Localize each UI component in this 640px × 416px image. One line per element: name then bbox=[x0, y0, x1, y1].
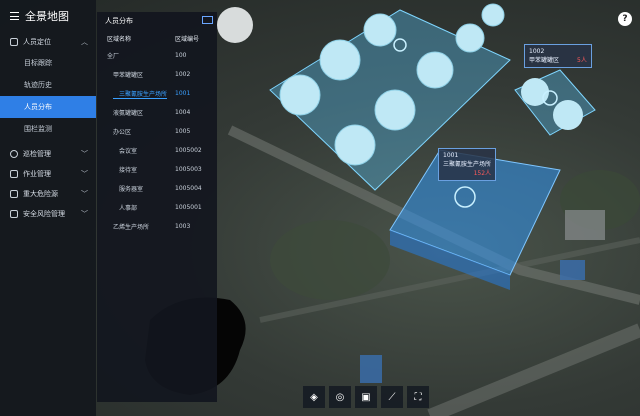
sidebar: 全景地图 人员定位 ︿ 目标跟踪 轨迹历史 人员分布 围栏监测 巡检管理 ﹀ 作… bbox=[0, 0, 96, 416]
table-row[interactable]: 会议室 1005002 bbox=[97, 141, 217, 160]
sidebar-item-operation[interactable]: 作业管理 ﹀ bbox=[0, 164, 96, 184]
map-tag-code: 1001 bbox=[443, 152, 459, 159]
collapse-icon[interactable] bbox=[202, 16, 213, 24]
table-row-selected[interactable]: 三聚氰胺生产场所 1001 bbox=[97, 84, 217, 103]
sidebar-item-personnel-distribution[interactable]: 人员分布 bbox=[0, 96, 96, 118]
table-row[interactable]: 全厂 100 bbox=[97, 46, 217, 65]
sidebar-item-target-tracking[interactable]: 目标跟踪 bbox=[0, 52, 96, 74]
col-name-header: 区域名称 bbox=[107, 35, 132, 43]
panel-title: 人员分布 bbox=[97, 12, 217, 30]
compass-icon[interactable]: ◎ bbox=[329, 386, 351, 408]
map-tag-name: 甲苯罐罐区 bbox=[529, 57, 560, 64]
table-row[interactable]: 服务器室 1005004 bbox=[97, 179, 217, 198]
sidebar-item-inspection[interactable]: 巡检管理 ﹀ bbox=[0, 144, 96, 164]
map-toolbar: ◈ ◎ ▣ ⟋ ⛶ bbox=[303, 386, 433, 408]
app-header: 全景地图 bbox=[0, 0, 96, 32]
image-icon[interactable]: ▣ bbox=[355, 386, 377, 408]
table-row[interactable]: 乙烯生产场所 1003 bbox=[97, 217, 217, 236]
map-tag-count: 152人 bbox=[473, 170, 492, 177]
fullscreen-icon[interactable]: ⛶ bbox=[407, 386, 429, 408]
chevron-down-icon: ﹀ bbox=[81, 190, 88, 198]
chevron-down-icon: ﹀ bbox=[81, 170, 88, 178]
sidebar-item-hazard-source[interactable]: 重大危险源 ﹀ bbox=[0, 184, 96, 204]
distribution-panel: 人员分布 区域名称 区域编号 全厂 100 甲苯罐罐区 1002 三聚氰胺生产场所 1… bbox=[97, 12, 217, 402]
table-row[interactable]: 甲苯罐罐区 1002 bbox=[97, 65, 217, 84]
map-tag-count: 5人 bbox=[577, 57, 587, 64]
col-code-header: 区域编号 bbox=[175, 35, 200, 43]
sidebar-item-fence-monitoring[interactable]: 围栏监测 bbox=[0, 118, 96, 140]
map-tag-1002[interactable]: 1002 甲苯罐罐区 5人 bbox=[524, 44, 592, 68]
table-header: 区域名称 区域编号 bbox=[97, 30, 217, 46]
location-icon bbox=[10, 38, 18, 46]
safety-icon bbox=[10, 210, 18, 218]
chevron-down-icon: ﹀ bbox=[81, 150, 88, 158]
hazard-icon bbox=[10, 190, 18, 198]
table-row[interactable]: 接待室 1005003 bbox=[97, 160, 217, 179]
app-frame: 1001 三聚氰胺生产场所 152人 1002 甲苯罐罐区 5人 全景地图 人员定… bbox=[0, 0, 640, 416]
table-row[interactable]: 液氨罐罐区 1004 bbox=[97, 103, 217, 122]
table-row[interactable]: 办公区 1005 bbox=[97, 122, 217, 141]
table-row[interactable]: 人事部 1005001 bbox=[97, 198, 217, 217]
inspection-icon bbox=[10, 150, 18, 158]
sidebar-item-personnel-location[interactable]: 人员定位 ︿ bbox=[0, 32, 96, 52]
map-tag-code: 1002 bbox=[529, 48, 545, 55]
sidebar-item-safety-risk[interactable]: 安全风险管理 ﹀ bbox=[0, 204, 96, 224]
map-tag-1001[interactable]: 1001 三聚氰胺生产场所 152人 bbox=[438, 148, 497, 181]
chevron-up-icon: ︿ bbox=[81, 38, 88, 46]
operation-icon bbox=[10, 170, 18, 178]
app-title: 全景地图 bbox=[25, 10, 69, 23]
menu-icon[interactable] bbox=[10, 12, 19, 20]
map-tag-name: 三聚氰胺生产场所 bbox=[443, 161, 492, 168]
chevron-down-icon: ﹀ bbox=[81, 210, 88, 218]
measure-icon[interactable]: ⟋ bbox=[381, 386, 403, 408]
sidebar-item-track-history[interactable]: 轨迹历史 bbox=[0, 74, 96, 96]
help-button[interactable]: ? bbox=[618, 12, 632, 26]
layers-icon[interactable]: ◈ bbox=[303, 386, 325, 408]
